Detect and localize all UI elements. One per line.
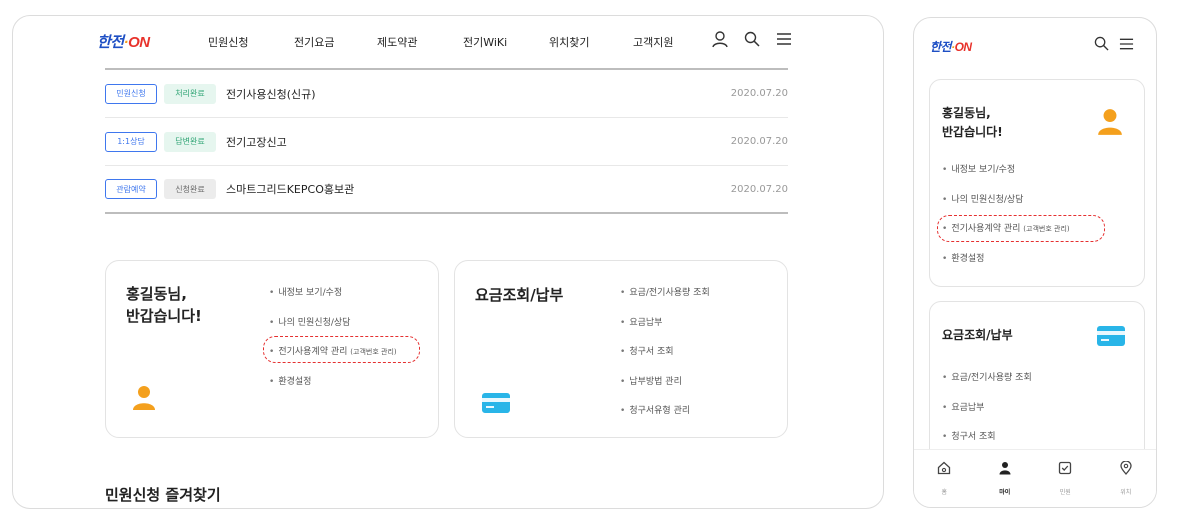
greeting-title: 홍길동님, 반갑습니다! [126, 283, 202, 327]
fee-card-title: 요금조회/납부 [475, 286, 564, 304]
mobile-header-icons [1094, 36, 1134, 55]
brand-logo[interactable]: 한전·ON [97, 31, 150, 52]
request-type-tag: 민원신청 [105, 83, 157, 104]
menu-item-payment-method[interactable]: 납부방법 관리 [620, 374, 710, 404]
status-badge: 처리완료 [164, 83, 216, 104]
brand-logo[interactable]: 한전·ON [930, 38, 972, 55]
request-title: 전기사용신청(신규) [226, 87, 316, 101]
home-icon [937, 460, 951, 479]
greeting-line-2: 반갑습니다! [942, 125, 1003, 139]
logo-text-on: ON [954, 40, 973, 54]
highlight-outline [263, 336, 420, 363]
menu-item-settings[interactable]: 환경설정 [942, 251, 1070, 281]
fee-card-title: 요금조회/납부 [942, 328, 1013, 342]
status-badge: 답변완료 [164, 131, 216, 152]
tab-label: 위치 [1120, 489, 1132, 496]
menu-item-my-info[interactable]: 내정보 보기/수정 [942, 162, 1070, 192]
mobile-frame: 한전·ON 홍길동님, 반갑습니다! 내정보 보기/수정 나의 민원신청/상담 … [913, 17, 1157, 508]
request-date: 2020.07.20 [730, 136, 788, 147]
menu-item-my-info[interactable]: 내정보 보기/수정 [269, 285, 397, 315]
nav-item-support[interactable]: 고객지원 [633, 34, 713, 50]
user-greeting-card: 홍길동님, 반갑습니다! 내정보 보기/수정 나의 민원신청/상담 전기사용계약… [929, 79, 1145, 287]
credit-card-icon [1097, 326, 1125, 350]
desktop-frame: 한전·ON 민원신청 전기요금 제도약관 전기WiKi 위치찾기 고객지원 민원… [12, 15, 884, 509]
request-list: 민원신청 처리완료 전기사용신청(신규) 2020.07.20 1:1상담 답변… [105, 70, 788, 214]
nav-item-civil-request[interactable]: 민원신청 [208, 34, 294, 50]
menu-item-bill-type[interactable]: 청구서유형 관리 [620, 403, 710, 433]
menu-item-bill-lookup[interactable]: 청구서 조회 [620, 344, 710, 374]
tab-civil[interactable]: 민원 [1035, 450, 1096, 507]
table-row[interactable]: 관람예약 신청완료 스마트그리드KEPCO홍보관 2020.07.20 [105, 166, 788, 214]
main-nav: 민원신청 전기요금 제도약관 전기WiKi 위치찾기 고객지원 [208, 34, 713, 50]
tab-label: 홈 [941, 489, 948, 496]
logo-text-on: ON [128, 34, 150, 51]
search-icon[interactable] [1094, 36, 1109, 55]
credit-card-icon [482, 393, 510, 417]
tab-home[interactable]: 홈 [914, 450, 975, 507]
fee-menu: 요금/전기사용량 조회 요금납부 청구서 조회 납부방법 관리 청구서유형 관리 [620, 285, 710, 433]
request-type-tag: 관람예약 [105, 179, 157, 199]
location-pin-icon [1119, 460, 1133, 479]
person-icon [1097, 108, 1123, 140]
highlight-outline [937, 215, 1105, 242]
greeting-line-2: 반갑습니다! [126, 307, 202, 325]
nav-item-policy[interactable]: 제도약관 [377, 34, 463, 50]
tab-location[interactable]: 위치 [1096, 450, 1157, 507]
greeting-line-1: 홍길동님, [942, 106, 991, 120]
tab-my[interactable]: 마이 [975, 450, 1036, 507]
logo-text-kepco: 한전 [97, 34, 124, 51]
greeting-title: 홍길동님, 반갑습니다! [942, 104, 1003, 142]
header-icons [711, 30, 793, 48]
favorites-section-title: 민원신청 즐겨찾기 [105, 486, 221, 504]
fee-menu: 요금/전기사용량 조회 요금납부 청구서 조회 [942, 370, 1032, 459]
person-icon [998, 460, 1012, 479]
nav-item-electric-fee[interactable]: 전기요금 [294, 34, 377, 50]
status-badge: 신청완료 [164, 179, 216, 199]
fee-card: 요금조회/납부 요금/전기사용량 조회 요금납부 청구서 조회 납부방법 관리 … [454, 260, 788, 438]
request-title: 전기고장신고 [226, 135, 287, 149]
menu-icon[interactable] [775, 30, 793, 48]
tab-label: 마이 [999, 489, 1011, 496]
request-date: 2020.07.20 [730, 183, 788, 195]
nav-item-location[interactable]: 위치찾기 [549, 34, 633, 50]
person-icon [132, 385, 156, 415]
user-icon[interactable] [711, 30, 729, 48]
greeting-line-1: 홍길동님, [126, 285, 187, 303]
tab-label: 민원 [1059, 489, 1071, 496]
checklist-icon [1058, 460, 1072, 479]
logo-text-kepco: 한전 [930, 40, 952, 54]
menu-item-payment[interactable]: 요금납부 [942, 400, 1032, 430]
bottom-tab-bar: 홈 마이 민원 위치 [914, 449, 1156, 507]
nav-item-wiki[interactable]: 전기WiKi [463, 34, 549, 50]
request-type-tag: 1:1상담 [105, 131, 157, 152]
table-row[interactable]: 1:1상담 답변완료 전기고장신고 2020.07.20 [105, 118, 788, 166]
menu-item-payment[interactable]: 요금납부 [620, 315, 710, 345]
menu-item-usage-lookup[interactable]: 요금/전기사용량 조회 [620, 285, 709, 315]
menu-item-settings[interactable]: 환경설정 [269, 374, 397, 404]
user-greeting-card: 홍길동님, 반갑습니다! 내정보 보기/수정 나의 민원신청/상담 전기사용계약… [105, 260, 439, 438]
menu-icon[interactable] [1119, 36, 1134, 55]
request-title: 스마트그리드KEPCO홍보관 [226, 183, 355, 196]
request-date: 2020.07.20 [730, 88, 788, 99]
desktop-header: 한전·ON 민원신청 전기요금 제도약관 전기WiKi 위치찾기 고객지원 [13, 16, 883, 68]
search-icon[interactable] [743, 30, 761, 48]
table-row[interactable]: 민원신청 처리완료 전기사용신청(신규) 2020.07.20 [105, 70, 788, 118]
menu-item-usage-lookup[interactable]: 요금/전기사용량 조회 [942, 370, 1031, 400]
